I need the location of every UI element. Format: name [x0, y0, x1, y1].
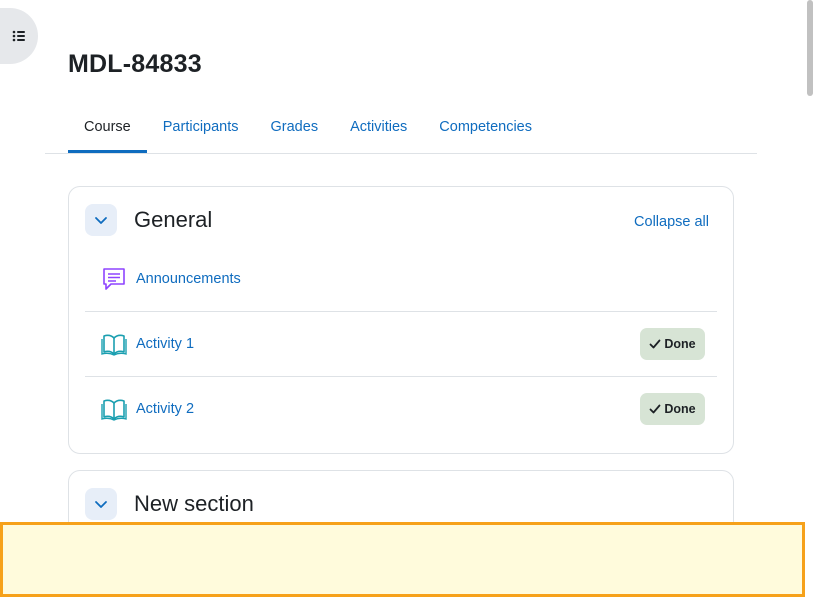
activity-item: Activity 1 Done	[85, 311, 717, 375]
completion-status-label: Done	[664, 402, 696, 416]
activity-link-activity-1[interactable]: Activity 1	[136, 336, 194, 352]
collapse-all-link[interactable]: Collapse all	[634, 214, 709, 230]
check-icon	[649, 404, 661, 414]
section-collapse-button[interactable]	[85, 204, 117, 236]
section-header: General	[85, 204, 212, 236]
course-index-toggle-button[interactable]	[0, 8, 38, 64]
scrollbar-thumb[interactable]	[807, 0, 813, 96]
check-icon	[649, 339, 661, 349]
tab-participants[interactable]: Participants	[147, 102, 255, 152]
section-title: New section	[134, 491, 254, 516]
tab-grades[interactable]: Grades	[255, 102, 335, 152]
book-icon	[100, 395, 128, 423]
section-title: General	[134, 207, 213, 232]
list-icon	[12, 30, 25, 42]
course-tabs: Course Participants Grades Activities Co…	[45, 104, 757, 154]
chevron-down-icon	[95, 501, 107, 508]
forum-icon	[100, 265, 128, 293]
section-general: General Collapse all Announcements Activ…	[68, 186, 734, 454]
page-title: MDL-84833	[68, 50, 202, 78]
activity-item: Announcements	[85, 247, 717, 311]
tab-activities[interactable]: Activities	[334, 102, 423, 152]
tab-course[interactable]: Course	[68, 102, 147, 153]
completion-status-badge: Done	[640, 393, 705, 425]
section-header: New section	[85, 488, 254, 520]
book-icon	[100, 330, 128, 358]
footer-notice-banner	[0, 522, 805, 597]
activity-link-announcements[interactable]: Announcements	[136, 271, 241, 287]
activity-link-activity-2[interactable]: Activity 2	[136, 401, 194, 417]
section-collapse-button[interactable]	[85, 488, 117, 520]
activity-item: Activity 2 Done	[85, 376, 717, 440]
chevron-down-icon	[95, 217, 107, 224]
completion-status-label: Done	[664, 337, 696, 351]
completion-status-badge: Done	[640, 328, 705, 360]
page-scrollbar[interactable]	[807, 0, 813, 598]
tab-competencies[interactable]: Competencies	[423, 102, 548, 152]
